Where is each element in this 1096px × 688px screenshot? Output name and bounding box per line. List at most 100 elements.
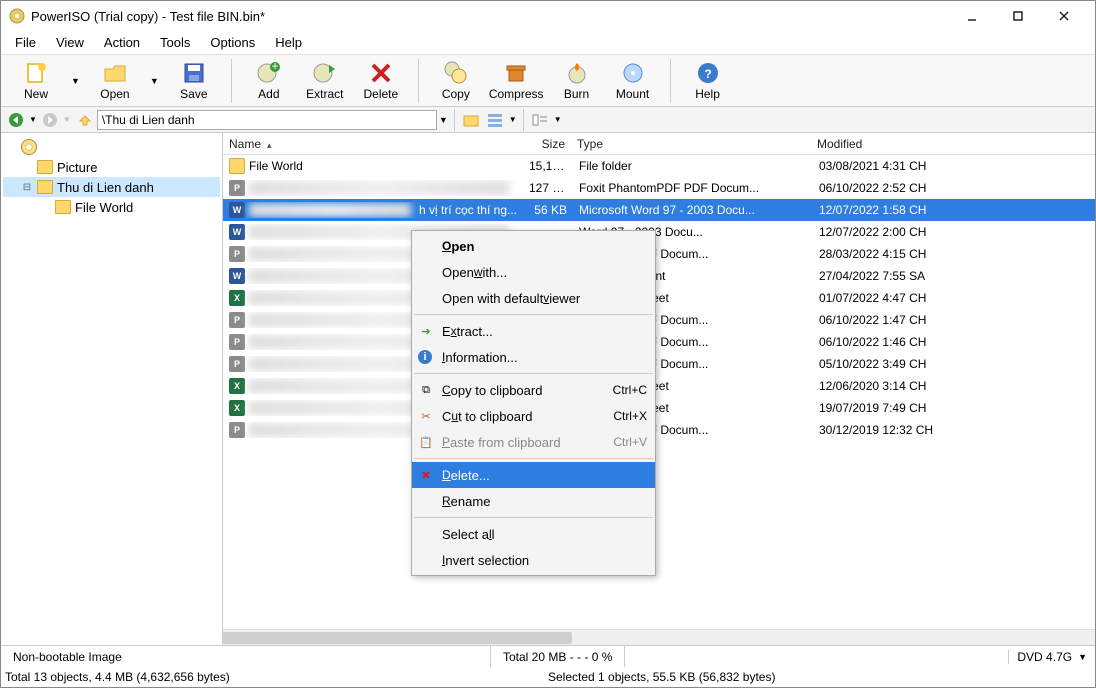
file-row[interactable]: P 127 KBFoxit PhantomPDF PDF Docum...06/… [223,177,1095,199]
view-dropdown[interactable]: ▼ [509,115,517,124]
ctx-information[interactable]: iInformation... [412,344,655,370]
open-dropdown[interactable]: ▼ [144,76,165,86]
folder-icon [37,160,53,174]
status-total: Total 20 MB - - - 0 % [491,646,625,667]
tree-file-world[interactable]: File World [3,197,220,217]
tree-root[interactable] [3,137,220,157]
ctx-open-with[interactable]: Open with... [412,259,655,285]
view-folders-button[interactable] [461,109,483,131]
file-modified: 03/08/2021 4:31 CH [813,159,1095,173]
file-row[interactable]: P ntomPDF PDF Docum...06/10/2022 1:46 CH [223,331,1095,353]
tree-thu-di-lien-danh[interactable]: ⊟Thu di Lien danh [3,177,220,197]
ctx-delete[interactable]: ✖Delete... [412,462,655,488]
xls-icon: X [229,290,245,306]
cd-icon [21,139,37,155]
add-button[interactable]: +Add [242,59,296,103]
nav-back-dropdown[interactable]: ▼ [29,115,37,124]
tree-picture[interactable]: Picture [3,157,220,177]
view-list-dropdown[interactable]: ▼ [554,115,562,124]
file-list-body[interactable]: File World15,103 KBFile folder03/08/2021… [223,155,1095,629]
nav-up-button[interactable] [73,109,95,131]
copy-icon: ⧉ [418,382,434,398]
file-row[interactable]: X Excel Worksheet01/07/2022 4:47 CH [223,287,1095,309]
file-row[interactable]: P ntomPDF PDF Docum...30/12/2019 12:32 C… [223,419,1095,441]
col-modified[interactable]: Modified [811,137,1095,151]
col-name[interactable]: Name▴ [223,137,523,151]
pdf-icon: P [229,422,245,438]
extract-icon [313,61,337,85]
path-dropdown[interactable]: ▼ [439,115,448,125]
delete-icon [369,61,393,85]
burn-icon [565,61,589,85]
app-icon [9,8,25,24]
extract-button[interactable]: Extract [298,59,352,103]
ctx-cut[interactable]: ✂Cut to clipboardCtrl+X [412,403,655,429]
minimize-button[interactable] [949,1,995,31]
file-modified: 27/04/2022 7:55 SA [813,269,1095,283]
burn-button[interactable]: Burn [550,59,604,103]
svg-text:?: ? [704,67,711,81]
new-button[interactable]: New [9,59,63,103]
open-button[interactable]: Open [88,59,142,103]
ctx-extract[interactable]: ➔Extract... [412,318,655,344]
extract-icon: ➔ [418,323,434,339]
folder-icon [55,200,71,214]
file-row[interactable]: File World15,103 KBFile folder03/08/2021… [223,155,1095,177]
maximize-button[interactable] [995,1,1041,31]
delete-button[interactable]: Delete [354,59,408,103]
save-button[interactable]: Save [167,59,221,103]
col-size[interactable]: Size [523,137,571,151]
file-type: Foxit PhantomPDF PDF Docum... [573,181,813,195]
mount-button[interactable]: Mount [606,59,660,103]
file-list: Name▴ Size Type Modified File World15,10… [223,133,1095,645]
file-row[interactable]: W Word 97 - 2003 Docu...12/07/2022 2:00 … [223,221,1095,243]
status-image-type[interactable]: Non-bootable Image [1,646,491,667]
view-details-button[interactable] [485,109,507,131]
ctx-rename[interactable]: Rename [412,488,655,514]
ctx-copy[interactable]: ⧉Copy to clipboardCtrl+C [412,377,655,403]
menu-options[interactable]: Options [200,33,265,52]
view-list-button[interactable] [530,109,552,131]
open-icon [103,61,127,85]
disc-type-dropdown[interactable]: DVD 4.7G▼ [1008,650,1095,664]
close-button[interactable] [1041,1,1087,31]
nav-forward-button[interactable] [39,109,61,131]
ctx-invert-selection[interactable]: Invert selection [412,547,655,573]
pdf-icon: P [229,334,245,350]
nav-forward-dropdown[interactable]: ▼ [63,115,71,124]
file-modified: 12/07/2022 1:58 CH [813,203,1095,217]
file-row[interactable]: P ntomPDF PDF Docum...05/10/2022 3:49 CH [223,353,1095,375]
file-size: 127 KB [523,181,573,195]
path-input[interactable] [97,110,437,130]
ctx-paste: 📋Paste from clipboardCtrl+V [412,429,655,455]
help-button[interactable]: ?Help [681,59,735,103]
menu-file[interactable]: File [5,33,46,52]
menu-tools[interactable]: Tools [150,33,200,52]
paste-icon: 📋 [418,434,434,450]
folder-tree[interactable]: Picture ⊟Thu di Lien danh File World [1,133,223,645]
file-row[interactable]: X Excel Worksheet12/06/2020 3:14 CH [223,375,1095,397]
menu-action[interactable]: Action [94,33,150,52]
nav-back-button[interactable] [5,109,27,131]
file-row[interactable]: W Word Document27/04/2022 7:55 SA [223,265,1095,287]
file-row[interactable]: P ntomPDF PDF Docum...28/03/2022 4:15 CH [223,243,1095,265]
file-row[interactable]: X Excel Worksheet19/07/2019 7:49 CH [223,397,1095,419]
ctx-open-default-viewer[interactable]: Open with default viewer [412,285,655,311]
copy-button[interactable]: Copy [429,59,483,103]
xls-icon: X [229,378,245,394]
col-type[interactable]: Type [571,137,811,151]
ctx-open[interactable]: Open [412,233,655,259]
column-headers: Name▴ Size Type Modified [223,133,1095,155]
compress-button[interactable]: Compress [485,59,548,103]
menu-view[interactable]: View [46,33,94,52]
doc-icon: W [229,224,245,240]
ctx-select-all[interactable]: Select all [412,521,655,547]
horizontal-scrollbar[interactable] [223,629,1095,645]
pdf-icon: P [229,246,245,262]
folder-icon [37,180,53,194]
file-row[interactable]: P ntomPDF PDF Docum...06/10/2022 1:47 CH [223,309,1095,331]
file-size: 56 KB [523,203,573,217]
menu-help[interactable]: Help [265,33,312,52]
file-row[interactable]: W h vị trí cọc thí ng...56 KBMicrosoft W… [223,199,1095,221]
new-dropdown[interactable]: ▼ [65,76,86,86]
